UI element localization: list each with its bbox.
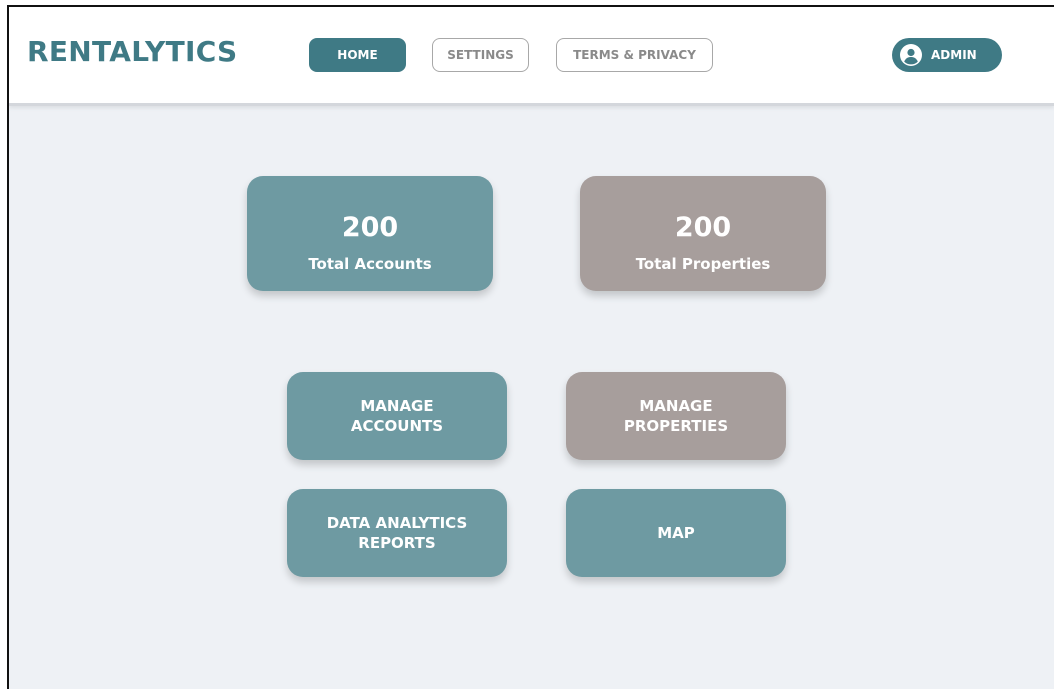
total-properties-card: 200 Total Properties	[580, 176, 826, 291]
reports-line2: REPORTS	[358, 534, 436, 552]
manage-accounts-line1: MANAGE	[360, 397, 434, 415]
manage-accounts-line2: ACCOUNTS	[350, 417, 444, 435]
nav-settings-button[interactable]: SETTINGS	[432, 38, 529, 72]
total-properties-value: 200	[674, 212, 732, 243]
map-label: MAP	[657, 524, 695, 542]
reports-line1: DATA ANALYTICS	[326, 514, 468, 532]
admin-label: ADMIN	[931, 48, 977, 62]
total-properties-label: Total Properties	[635, 255, 771, 273]
app-frame: RENTALYTICS HOME SETTINGS TERMS & PRIVAC…	[7, 5, 1054, 689]
total-accounts-card: 200 Total Accounts	[247, 176, 493, 291]
user-circle-icon	[900, 44, 922, 66]
top-navigation-bar: RENTALYTICS HOME SETTINGS TERMS & PRIVAC…	[9, 7, 1054, 106]
total-accounts-label: Total Accounts	[308, 255, 432, 273]
manage-properties-button[interactable]: MANAGE PROPERTIES	[566, 372, 786, 460]
map-button[interactable]: MAP	[566, 489, 786, 577]
nav-home-button[interactable]: HOME	[309, 38, 406, 72]
data-analytics-reports-button[interactable]: DATA ANALYTICS REPORTS	[287, 489, 507, 577]
app-logo[interactable]: RENTALYTICS	[27, 35, 238, 68]
manage-properties-line2: PROPERTIES	[623, 417, 729, 435]
manage-accounts-button[interactable]: MANAGE ACCOUNTS	[287, 372, 507, 460]
admin-account-button[interactable]: ADMIN	[892, 38, 1002, 72]
total-accounts-value: 200	[341, 212, 399, 243]
nav-terms-privacy-button[interactable]: TERMS & PRIVACY	[556, 38, 713, 72]
manage-properties-line1: MANAGE	[639, 397, 713, 415]
